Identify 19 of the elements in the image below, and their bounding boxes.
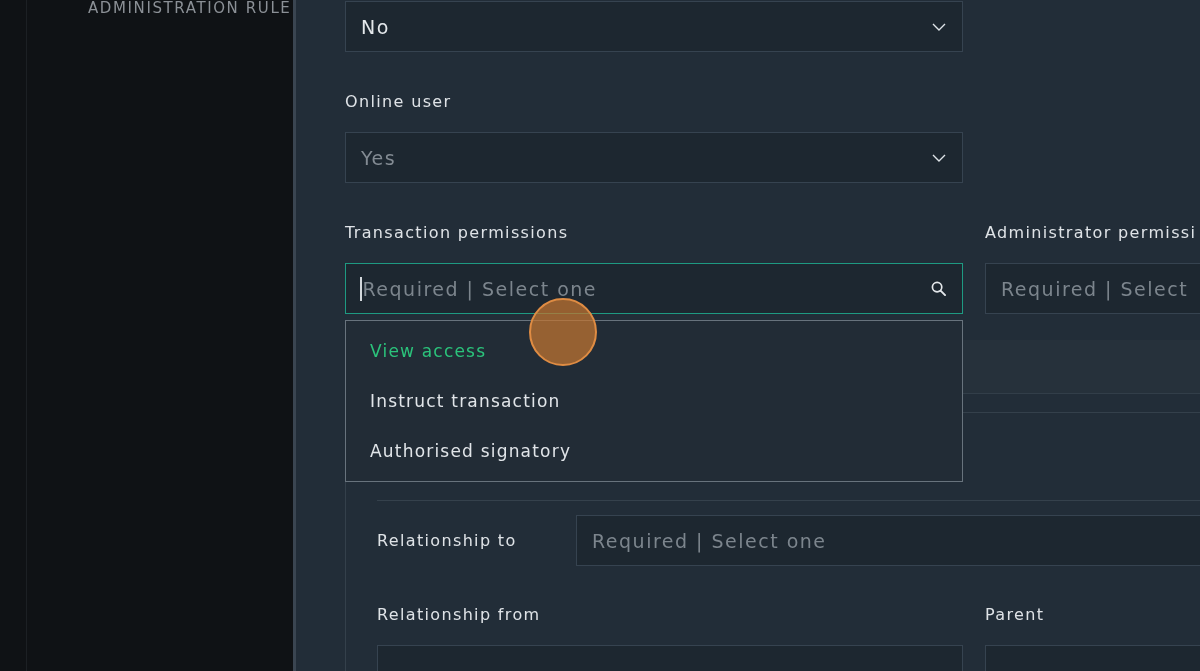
field-label: Administrator permissi	[985, 223, 1197, 243]
dropdown-option[interactable]: Instruct transaction	[346, 376, 962, 426]
field-label: Relationship to	[377, 530, 518, 551]
select-field[interactable]: Required | Select one	[576, 515, 1200, 566]
chevron-down-icon	[932, 153, 946, 162]
section-heading: ADMINISTRATION RULE	[88, 0, 292, 17]
text-cursor-icon	[360, 276, 362, 301]
search-select-field[interactable]: Required | Select	[985, 263, 1200, 314]
field-label: Parent	[985, 605, 1045, 625]
field-label: Transaction permissions	[345, 223, 569, 243]
chevron-down-icon	[932, 22, 946, 31]
search-select-field[interactable]: Required | Select one	[345, 263, 963, 314]
dropdown-option[interactable]: Authorised signatory	[346, 426, 962, 476]
select-field[interactable]: No	[345, 1, 963, 52]
field-label: Relationship from	[377, 605, 541, 625]
click-marker-icon	[529, 298, 597, 366]
field-label: Online user	[345, 92, 452, 112]
dropdown-option[interactable]: View access	[346, 326, 962, 376]
search-icon	[931, 281, 946, 296]
